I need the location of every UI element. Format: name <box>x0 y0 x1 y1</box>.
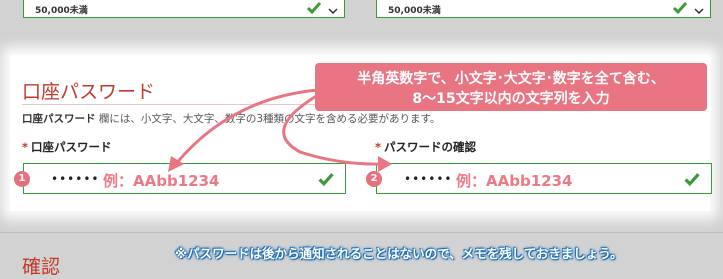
callout-line-1: 半角英数字で、小文字･大文字･数字を全て含む、 <box>357 71 665 87</box>
check-icon <box>683 172 701 191</box>
income-select-right[interactable]: 50,000未満 <box>376 0 711 18</box>
description-text: 欄には、小文字、大文字、数字の3種類の文字を含める必要があります。 <box>98 113 441 125</box>
confirm-password-value: •••••• <box>404 172 453 186</box>
section-title: 口座パスワード <box>22 81 156 103</box>
callout-line-2: 8～15文字以内の文字列を入力 <box>412 91 610 107</box>
confirm-password-input[interactable]: •••••• 例：AAbb1234 <box>376 163 712 194</box>
select-value: 50,000未満 <box>388 6 441 16</box>
password-label-text: 口座パスワード <box>31 140 112 154</box>
select-value: 50,000未満 <box>35 6 88 16</box>
check-icon <box>672 0 688 19</box>
password-label: * 口座パスワード <box>22 139 112 155</box>
chevron-down-icon <box>694 1 704 20</box>
income-select-left[interactable]: 50,000未満 <box>23 0 345 18</box>
check-icon <box>317 172 335 191</box>
confirm-password-label-text: パスワードの確認 <box>384 140 477 154</box>
instruction-callout: 半角英数字で、小文字･大文字･数字を全て含む、 8～15文字以内の文字列を入力 <box>315 63 707 111</box>
required-mark: * <box>22 140 29 154</box>
confirm-section-title: 確認 <box>22 256 61 278</box>
example-hint: 例：AAbb1234 <box>103 172 220 190</box>
memo-note: ※パスワードは後から通知されることはないので、メモを残しておきましょう。 <box>175 246 623 261</box>
example-hint: 例：AAbb1234 <box>456 172 573 190</box>
check-icon <box>306 0 322 19</box>
confirm-password-label: * パスワードの確認 <box>375 139 476 155</box>
required-mark: * <box>375 140 382 154</box>
password-value: •••••• <box>51 172 100 186</box>
password-input[interactable]: •••••• 例：AAbb1234 <box>23 163 346 194</box>
step-number-badge: 2 <box>366 171 382 187</box>
description-bold: 口座パスワード <box>22 113 96 125</box>
section-separator <box>0 232 723 233</box>
chevron-down-icon <box>328 1 338 20</box>
section-description: 口座パスワード 欄には、小文字、大文字、数字の3種類の文字を含める必要があります… <box>22 111 440 126</box>
step-number-badge: 1 <box>14 171 30 187</box>
